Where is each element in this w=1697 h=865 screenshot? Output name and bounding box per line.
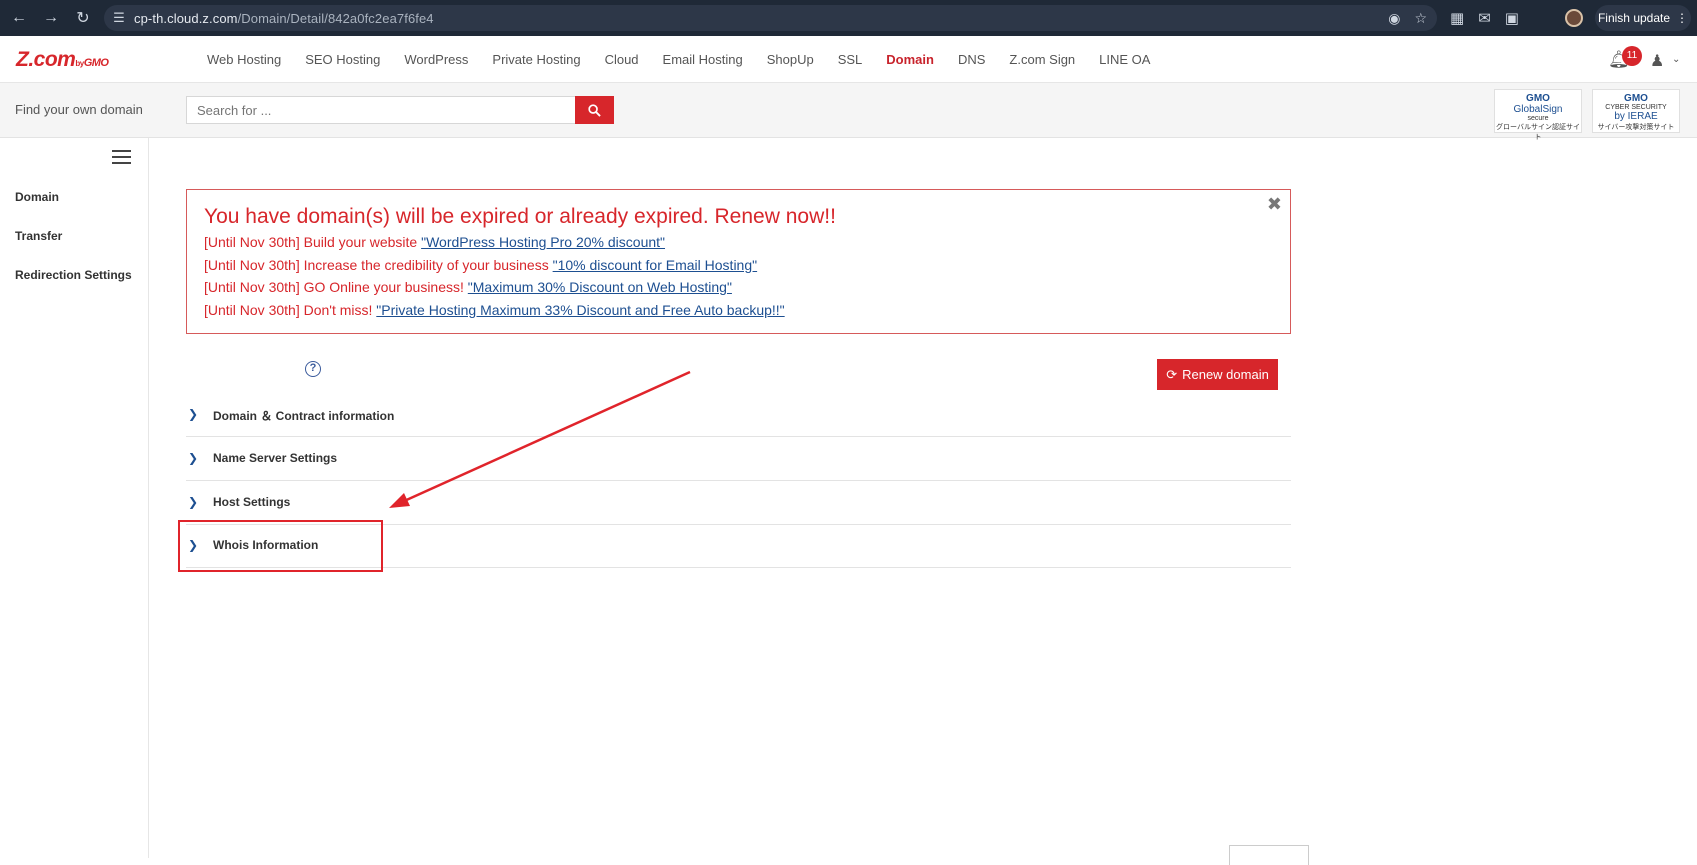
- menu-zcom-sign[interactable]: Z.com Sign: [1009, 52, 1075, 67]
- menu-domain[interactable]: Domain: [886, 52, 934, 67]
- menu-seo-hosting[interactable]: SEO Hosting: [305, 52, 380, 67]
- browser-toolbar: ← → ↻ ☰ cp-th.cloud.z.com/Domain/Detail/…: [0, 0, 1697, 36]
- chevron-right-icon: ❯: [188, 451, 199, 465]
- alert-line: [Until Nov 30th] GO Online your business…: [204, 279, 732, 295]
- domain-search-bar: Find your own domain GMO GlobalSign secu…: [0, 83, 1697, 141]
- puzzle-icon[interactable]: ▣: [1505, 9, 1519, 27]
- address-bar[interactable]: ☰ cp-th.cloud.z.com/Domain/Detail/842a0f…: [104, 5, 1437, 31]
- close-icon[interactable]: ✖: [1267, 194, 1282, 215]
- renew-domain-button[interactable]: ⟳ Renew domain: [1157, 359, 1278, 390]
- seal-sub: by IERAE: [1614, 111, 1658, 122]
- finish-update-button[interactable]: Finish update ⋮: [1595, 5, 1691, 31]
- back-arrow-icon[interactable]: ←: [6, 5, 32, 31]
- accordion-title: Domain ＆ Contract information: [213, 409, 395, 423]
- logo-gmo: GMO: [83, 57, 109, 69]
- seal-name: GlobalSign: [1513, 104, 1563, 115]
- chevron-right-icon: ❯: [188, 495, 199, 509]
- sidebar-item-redirection-settings[interactable]: Redirection Settings: [15, 268, 132, 282]
- globalsign-seal[interactable]: GMO GlobalSign secure グローバルサイン認証サイト: [1494, 89, 1582, 141]
- alert-line: [Until Nov 30th] Increase the credibilit…: [204, 257, 757, 273]
- renew-domain-label: Renew domain: [1182, 367, 1269, 382]
- promo-link-web-hosting[interactable]: "Maximum 30% Discount on Web Hosting": [468, 279, 732, 295]
- menu-line-oa[interactable]: LINE OA: [1099, 52, 1150, 67]
- promo-link-email[interactable]: "10% discount for Email Hosting": [553, 257, 757, 273]
- alert-line-text: [Until Nov 30th] GO Online your business…: [204, 279, 468, 295]
- menu-shopup[interactable]: ShopUp: [767, 52, 814, 67]
- menu-ssl[interactable]: SSL: [838, 52, 863, 67]
- url-host: cp-th.cloud.z.com: [134, 10, 238, 26]
- eye-off-icon[interactable]: ◉: [1388, 10, 1400, 27]
- search-icon: [588, 103, 601, 117]
- chevron-down-icon[interactable]: ⌄: [1672, 54, 1680, 65]
- annotation-highlight-box: [178, 520, 383, 572]
- forward-arrow-icon[interactable]: →: [38, 5, 64, 31]
- search-button[interactable]: [575, 96, 614, 124]
- menu-dns[interactable]: DNS: [958, 52, 985, 67]
- chevron-right-icon: ❯: [188, 407, 199, 421]
- url-text[interactable]: cp-th.cloud.z.com/Domain/Detail/842a0fc2…: [134, 11, 434, 26]
- zcom-logo[interactable]: Z.combyGMO: [16, 48, 109, 72]
- seal-brand: GMO: [1526, 93, 1550, 104]
- menu-cloud[interactable]: Cloud: [605, 52, 639, 67]
- renewal-alert: You have domain(s) will be expired or al…: [186, 189, 1291, 334]
- menu-private-hosting[interactable]: Private Hosting: [492, 52, 580, 67]
- seal-brand: GMO: [1624, 93, 1648, 104]
- translate-icon[interactable]: ▦: [1450, 9, 1464, 27]
- finish-update-label: Finish update: [1597, 11, 1671, 25]
- bottom-partial-button[interactable]: [1229, 845, 1309, 865]
- site-header: Z.combyGMO Web Hosting SEO Hosting WordP…: [0, 36, 1697, 83]
- alert-title: You have domain(s) will be expired or al…: [204, 205, 836, 228]
- menu-wordpress[interactable]: WordPress: [404, 52, 468, 67]
- site-info-icon[interactable]: ☰: [104, 10, 134, 26]
- seal-caption: サイバー攻撃対策サイト: [1597, 124, 1675, 131]
- reload-icon[interactable]: ↻: [70, 5, 96, 31]
- user-icon[interactable]: ♟: [1650, 51, 1664, 71]
- alert-line: [Until Nov 30th] Don't miss! "Private Ho…: [204, 302, 785, 318]
- accordion-title: Host Settings: [213, 495, 291, 509]
- seal-name: CYBER SECURITY: [1605, 104, 1667, 111]
- search-label: Find your own domain: [15, 102, 143, 117]
- logo-by: by: [75, 59, 84, 68]
- hamburger-menu-icon[interactable]: [112, 150, 131, 168]
- menu-web-hosting[interactable]: Web Hosting: [207, 52, 281, 67]
- refresh-icon: ⟳: [1166, 366, 1178, 382]
- ierae-seal[interactable]: GMO CYBER SECURITY by IERAE サイバー攻撃対策サイト: [1592, 89, 1680, 133]
- help-question-icon[interactable]: ?: [305, 361, 321, 377]
- accordion-name-server[interactable]: ❯ Name Server Settings: [186, 437, 1291, 481]
- promo-link-private-hosting[interactable]: "Private Hosting Maximum 33% Discount an…: [376, 302, 784, 318]
- main-menu: Web Hosting SEO Hosting WordPress Privat…: [195, 36, 1162, 83]
- alert-line-text: [Until Nov 30th] Increase the credibilit…: [204, 257, 553, 273]
- sidebar-item-domain[interactable]: Domain: [15, 190, 59, 204]
- domain-search-input[interactable]: [186, 96, 576, 124]
- alert-line-text: [Until Nov 30th] Build your website: [204, 234, 422, 250]
- notification-count-badge: 11: [1622, 46, 1642, 66]
- extension-badge-icon[interactable]: ✉: [1478, 9, 1491, 27]
- alert-line: [Until Nov 30th] Build your website "Wor…: [204, 234, 665, 250]
- kebab-menu-icon: ⋮: [1676, 11, 1689, 25]
- menu-email-hosting[interactable]: Email Hosting: [663, 52, 743, 67]
- url-path: /Domain/Detail/842a0fc2ea7f6fe4: [237, 10, 434, 26]
- bookmark-star-icon[interactable]: ☆: [1414, 10, 1427, 27]
- accordion-title: Name Server Settings: [213, 451, 338, 465]
- promo-link-wordpress[interactable]: "WordPress Hosting Pro 20% discount": [421, 234, 665, 250]
- logo-text: Z.com: [16, 48, 76, 71]
- seal-sub: secure: [1527, 115, 1549, 122]
- seal-caption: グローバルサイン認証サイト: [1496, 124, 1580, 141]
- sidebar: Domain Transfer Redirection Settings: [0, 138, 149, 858]
- accordion-host-settings[interactable]: ❯ Host Settings: [186, 481, 1291, 525]
- accordion-domain-contract[interactable]: ❯ Domain ＆ Contract information: [186, 393, 1291, 437]
- alert-line-text: [Until Nov 30th] Don't miss!: [204, 302, 377, 318]
- profile-avatar[interactable]: [1565, 9, 1583, 27]
- sidebar-item-transfer[interactable]: Transfer: [15, 229, 62, 243]
